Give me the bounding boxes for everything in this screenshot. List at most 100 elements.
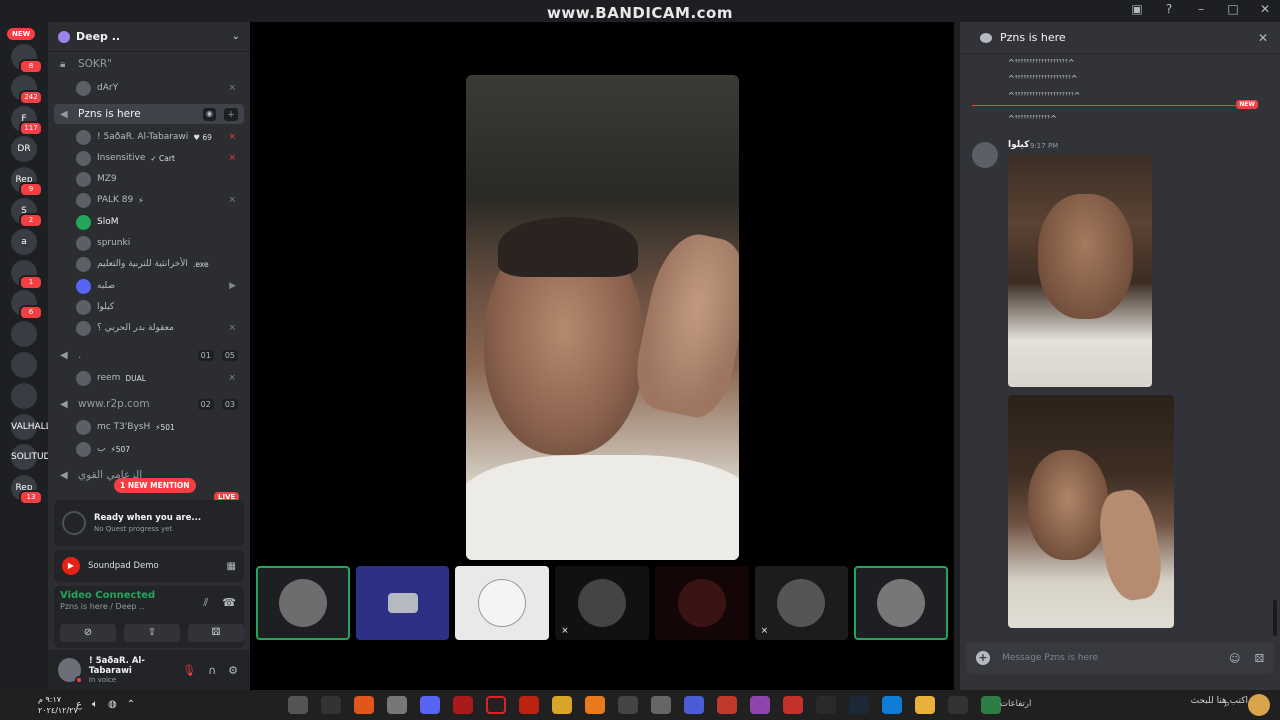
focused-video-feed[interactable] (466, 75, 739, 560)
minimize-button[interactable]: – (1194, 2, 1208, 16)
help-icon[interactable]: ? (1162, 2, 1176, 16)
channel-pzns-is-here[interactable]: ◀︎ Pzns is here ◉ ＋ (54, 104, 244, 124)
store-icon[interactable] (981, 696, 1001, 714)
maximize-button[interactable]: □ (1226, 2, 1240, 16)
edge-icon[interactable] (882, 696, 902, 714)
server-icon[interactable] (11, 321, 37, 348)
voice-user[interactable]: sprunki (76, 233, 242, 253)
disconnect-icon[interactable]: ☎ (222, 596, 236, 610)
server-icon[interactable]: 1 (11, 259, 43, 290)
noise-suppression-icon[interactable]: ⫽ (203, 596, 208, 610)
activities-icon[interactable]: ⚄ (1254, 652, 1264, 665)
news-widget[interactable]: ارتفاعات (1000, 699, 1031, 709)
app-icon[interactable] (684, 696, 704, 714)
chevron-up-icon[interactable]: ⌃ (127, 699, 135, 710)
server-icon[interactable]: 8 (11, 44, 43, 74)
headphones-icon[interactable]: ∩ (208, 664, 216, 677)
mic-muted-icon[interactable]: 🎙︎ (182, 664, 196, 677)
voice-user[interactable]: mc T3'BysH ⚡501 (76, 417, 242, 437)
input-language[interactable]: ع (76, 699, 82, 710)
voice-user[interactable]: Insensitive ✓ Cart ⨯ (76, 148, 242, 168)
avatar[interactable] (58, 658, 83, 684)
close-icon[interactable]: ✕ (1258, 31, 1268, 45)
server-icon[interactable] (11, 382, 37, 409)
folder-icon[interactable] (915, 696, 935, 714)
voice-user[interactable]: كيلوا (76, 297, 242, 317)
screen-share-button[interactable]: ⇪ (124, 624, 180, 642)
chat-scrollbar[interactable] (1273, 600, 1277, 636)
taskbar-clock[interactable]: ٩:١٧ م ٢٠٢٤/١٢/٢٧ (38, 694, 78, 716)
new-mention-pill[interactable]: 1 NEW MENTION (114, 478, 196, 493)
voice-user[interactable]: SloM (76, 212, 242, 232)
app-icon[interactable] (321, 696, 341, 714)
activities-button[interactable]: ⚄ (188, 624, 244, 642)
chevron-down-icon[interactable]: ⌄ (232, 31, 240, 42)
add-user-icon[interactable]: ＋ (224, 107, 238, 121)
server-icon[interactable]: 242 (11, 74, 43, 105)
inbox-icon[interactable]: ▣ (1130, 2, 1144, 16)
server-icon[interactable]: a (11, 228, 37, 255)
network-icon[interactable]: ◍ (108, 699, 117, 710)
guild-header[interactable]: Deep .. ⌄ (48, 22, 250, 52)
channel-dot[interactable]: ◀︎ . 01 05 (54, 345, 244, 365)
youtube-icon[interactable] (783, 696, 803, 714)
participant-tile[interactable] (256, 566, 350, 640)
message-input[interactable]: + Message Pzns is here ☺ ⚄ (966, 642, 1274, 674)
app-icon[interactable] (651, 696, 671, 714)
app-icon[interactable] (717, 696, 737, 714)
server-icon[interactable]: VALHALLA (11, 413, 57, 440)
app-icon[interactable] (750, 696, 770, 714)
participant-tile[interactable] (355, 566, 450, 640)
emoji-icon[interactable]: ☺ (1229, 652, 1240, 665)
app-icon[interactable] (354, 696, 374, 714)
voice-user[interactable]: ! 5aðaR. Al-Tabarawi ♥ 69 ⨯ (76, 127, 242, 147)
server-icon[interactable]: DR (11, 136, 37, 163)
search-icon[interactable]: ⌕ (1224, 697, 1230, 711)
channel-r2p[interactable]: ◀︎ www.r2p.com 02 03 (54, 394, 244, 414)
server-icon[interactable]: S2 (11, 198, 43, 228)
voice-user[interactable]: الأخرانثية للتربية والتعليم .exe (76, 254, 242, 274)
steam-icon[interactable] (849, 696, 869, 714)
server-icon[interactable]: Rep 9 (11, 167, 43, 198)
image-attachment[interactable] (1008, 154, 1152, 387)
app-icon[interactable] (816, 696, 836, 714)
start-button[interactable] (1248, 694, 1270, 716)
new-servers-pill[interactable]: NEW (7, 28, 36, 40)
record-icon[interactable] (486, 696, 506, 714)
voice-user[interactable]: reem DUAL ⨯ (76, 368, 242, 388)
close-button[interactable]: ✕ (1258, 2, 1272, 16)
voice-user[interactable]: صلبه ▶ (76, 276, 242, 296)
gear-icon[interactable]: ⚙ (228, 664, 238, 677)
participant-tile[interactable]: ⨯ (555, 566, 649, 640)
app-icon[interactable] (519, 696, 539, 714)
app-icon[interactable] (453, 696, 473, 714)
discord-icon[interactable] (420, 696, 440, 714)
server-icon[interactable]: F 117 (11, 105, 43, 136)
participant-tile[interactable] (854, 566, 949, 640)
avatar[interactable] (972, 142, 998, 168)
add-attachment-icon[interactable]: + (976, 651, 990, 665)
participant-tile[interactable] (654, 566, 749, 640)
voice-user[interactable]: PALK 89 ⚡ ⨯ (76, 190, 242, 210)
chat-icon[interactable]: ◉ (203, 107, 216, 121)
server-icon[interactable]: SOLITUDE (11, 444, 56, 471)
app-icon[interactable] (387, 696, 407, 714)
message-author[interactable]: كيلوا (1008, 140, 1029, 150)
camera-off-button[interactable]: ⊘ (60, 624, 116, 642)
volume-icon[interactable]: 🔈︎ (92, 699, 98, 710)
participant-tile-active[interactable] (455, 566, 550, 640)
voice-user[interactable]: معقولة بدر الحربي ؟ ⨯ (76, 318, 242, 338)
server-icon[interactable] (11, 352, 37, 378)
participant-tile[interactable]: ⨯ (754, 566, 849, 640)
clock-app-icon[interactable] (618, 696, 638, 714)
app-icon[interactable] (552, 696, 572, 714)
app-icon[interactable] (585, 696, 605, 714)
quest-card[interactable]: Ready when you are... No Quest progress … (54, 500, 244, 546)
soundpad-card[interactable]: ▶ Soundpad Demo ▦ (54, 550, 244, 582)
voice-user[interactable]: MZ9 (76, 169, 242, 189)
app-icon[interactable] (288, 696, 308, 714)
activity-icon[interactable]: ▦ (227, 561, 236, 572)
server-icon[interactable]: 6 (11, 290, 43, 321)
channel-sokr[interactable]: 🔒︎ SOKR" (54, 54, 244, 74)
epic-icon[interactable] (948, 696, 968, 714)
